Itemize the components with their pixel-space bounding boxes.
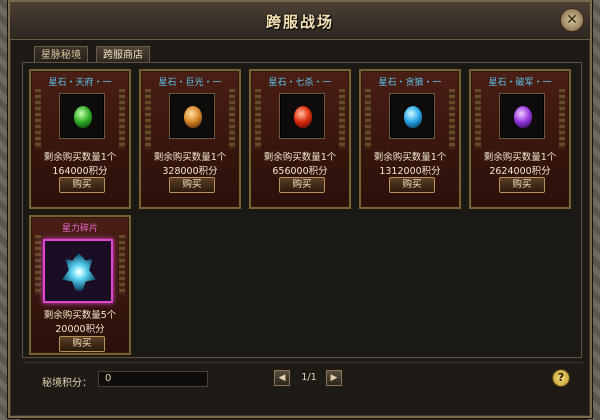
shop-item-card: 星石・七杀・一 剩余购买数量1个 656000积分 购买 bbox=[249, 69, 351, 209]
buy-button[interactable]: 购买 bbox=[59, 177, 105, 193]
buy-button[interactable]: 购买 bbox=[59, 336, 105, 352]
remaining-quantity: 剩余购买数量5个 bbox=[43, 310, 117, 321]
item-price: 656000积分 bbox=[272, 166, 328, 177]
remaining-quantity: 剩余购买数量1个 bbox=[153, 152, 227, 163]
blue-gem-icon bbox=[404, 106, 422, 128]
shop-item-card: 星力碎片 剩余购买数量5个 20000积分 购买 bbox=[29, 215, 131, 355]
item-price: 2624000积分 bbox=[489, 166, 551, 177]
points-value: 0 bbox=[98, 371, 208, 387]
item-title: 星石・巨光・一 bbox=[158, 78, 222, 88]
item-price: 164000积分 bbox=[52, 166, 108, 177]
left-arrow-icon: ◀ bbox=[278, 373, 286, 383]
shop-item-card: 星石・贪狼・一 剩余购买数量1个 1312000积分 购买 bbox=[359, 69, 461, 209]
next-page-button[interactable]: ▶ bbox=[326, 370, 342, 386]
shop-panel: 星石・天府・一 剩余购买数量1个 164000积分 购买 星石・巨光・一 剩余购… bbox=[22, 62, 582, 358]
buy-button[interactable]: 购买 bbox=[499, 177, 545, 193]
shop-item-card: 星石・巨光・一 剩余购买数量1个 328000积分 购买 bbox=[139, 69, 241, 209]
question-mark-icon: ? bbox=[557, 371, 565, 384]
remaining-quantity: 剩余购买数量1个 bbox=[483, 152, 557, 163]
buy-button[interactable]: 购买 bbox=[279, 177, 325, 193]
red-gem-icon bbox=[294, 106, 312, 128]
window-title: 跨服战场 bbox=[265, 13, 334, 31]
cross-server-window: 跨服战场 ✕ 星脉秘境 跨服商店 星石・天府・一 剩余购买数量1个 164000… bbox=[8, 0, 592, 418]
footer-bar: 秘境积分： 0 ◀ 1/1 ▶ ? bbox=[22, 362, 582, 400]
item-title: 星力碎片 bbox=[61, 224, 98, 234]
green-gem-icon bbox=[74, 106, 92, 128]
page-indicator: 1/1 bbox=[301, 372, 317, 383]
shop-item-card: 星石・天府・一 剩余购买数量1个 164000积分 购买 bbox=[29, 69, 131, 209]
item-slot[interactable] bbox=[389, 93, 435, 139]
remaining-quantity: 剩余购买数量1个 bbox=[373, 152, 447, 163]
points-label: 秘境积分： bbox=[42, 378, 92, 389]
item-title: 星石・破军・一 bbox=[488, 78, 552, 88]
remaining-quantity: 剩余购买数量1个 bbox=[263, 152, 337, 163]
crystal-shard-icon bbox=[62, 253, 96, 291]
close-button[interactable]: ✕ bbox=[560, 8, 584, 32]
item-price: 20000积分 bbox=[55, 324, 105, 335]
item-slot[interactable] bbox=[59, 93, 105, 139]
remaining-quantity: 剩余购买数量1个 bbox=[43, 152, 117, 163]
item-price: 1312000积分 bbox=[379, 166, 441, 177]
buy-button[interactable]: 购买 bbox=[389, 177, 435, 193]
item-slot[interactable] bbox=[43, 239, 113, 303]
shop-item-card: 星石・破军・一 剩余购买数量1个 2624000积分 购买 bbox=[469, 69, 571, 209]
help-button[interactable]: ? bbox=[552, 369, 570, 387]
item-title: 星石・贪狼・一 bbox=[378, 78, 442, 88]
buy-button[interactable]: 购买 bbox=[169, 177, 215, 193]
item-title: 星石・七杀・一 bbox=[268, 78, 332, 88]
item-title: 星石・天府・一 bbox=[48, 78, 112, 88]
item-slot[interactable] bbox=[279, 93, 325, 139]
item-slot[interactable] bbox=[169, 93, 215, 139]
title-bar: 跨服战场 ✕ bbox=[10, 2, 590, 40]
right-arrow-icon: ▶ bbox=[330, 373, 338, 383]
item-price: 328000积分 bbox=[162, 166, 218, 177]
orange-gem-icon bbox=[184, 106, 202, 128]
prev-page-button[interactable]: ◀ bbox=[274, 370, 290, 386]
close-icon: ✕ bbox=[566, 12, 578, 28]
item-slot[interactable] bbox=[499, 93, 545, 139]
purple-gem-icon bbox=[514, 106, 532, 128]
